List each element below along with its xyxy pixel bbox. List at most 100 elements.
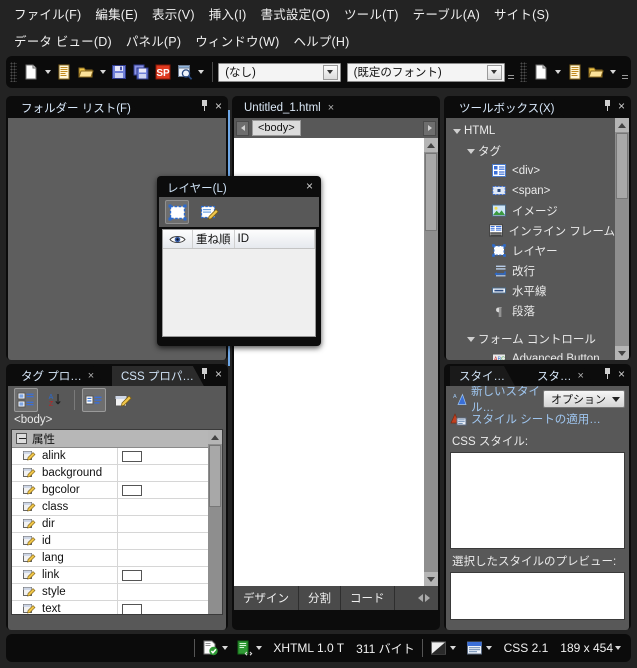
toolbar-gripper-2[interactable]	[520, 62, 528, 82]
close-icon[interactable]: ×	[618, 368, 625, 380]
open-folder-icon[interactable]	[75, 61, 97, 83]
scroll-thumb[interactable]	[209, 445, 221, 507]
menu-panel[interactable]: パネル(P)	[120, 29, 189, 52]
toolbox-item-2[interactable]: <div>	[450, 161, 615, 181]
attribute-row[interactable]: lang	[12, 550, 208, 567]
view-tab-scroll-arrows[interactable]	[418, 586, 430, 610]
attribute-value-cell[interactable]	[118, 448, 208, 464]
color-swatch[interactable]	[122, 569, 142, 581]
new-document-icon-2[interactable]	[564, 61, 586, 83]
attribute-row[interactable]: link	[12, 567, 208, 584]
attribute-row[interactable]: text	[12, 601, 208, 614]
toolbox-item-1[interactable]: タグ	[450, 141, 615, 161]
layers-column-order[interactable]: 重ね順	[193, 230, 235, 248]
tab-folder-list[interactable]: フォルダー リスト(F)	[12, 98, 141, 118]
toolbox-item-3[interactable]: <span>	[450, 181, 615, 201]
close-icon[interactable]: ×	[618, 100, 625, 112]
attribute-value-cell[interactable]	[118, 601, 208, 614]
menu-window[interactable]: ウィンドウ(W)	[189, 29, 287, 52]
eye-icon[interactable]	[163, 230, 193, 248]
menu-edit[interactable]: 編集(E)	[89, 2, 146, 25]
attributes-grid-scrollbar[interactable]	[208, 430, 222, 614]
attribute-row[interactable]: id	[12, 533, 208, 550]
group-by-category-icon[interactable]	[14, 388, 38, 412]
attribute-row[interactable]: background	[12, 465, 208, 482]
font-combo-arrow[interactable]	[486, 64, 502, 80]
menu-insert[interactable]: 挿入(I)	[203, 2, 255, 25]
color-swatch[interactable]	[122, 484, 142, 496]
pin-icon[interactable]	[200, 100, 209, 111]
toolbar-overflow-2[interactable]	[621, 61, 629, 83]
style-preview-box[interactable]	[450, 572, 625, 620]
menu-view[interactable]: 表示(V)	[146, 2, 203, 25]
chevron-down-icon[interactable]	[450, 128, 464, 134]
scroll-up-icon[interactable]	[208, 430, 222, 444]
menu-file[interactable]: ファイル(F)	[8, 2, 89, 25]
new-page-icon-2[interactable]	[530, 61, 552, 83]
tab-tag-properties[interactable]: タグ プロ… ×	[12, 366, 105, 386]
toolbox-item-4[interactable]: イメージ	[450, 201, 615, 221]
attribute-value-cell[interactable]	[118, 567, 208, 583]
view-tab-1[interactable]: 分割	[299, 586, 341, 610]
contrast-icon[interactable]	[430, 640, 448, 656]
toolbox-item-5[interactable]: インライン フレーム	[450, 221, 615, 241]
tab-close-icon[interactable]: ×	[578, 370, 584, 382]
layers-grid-body[interactable]	[163, 249, 315, 336]
new-document-icon[interactable]	[53, 61, 75, 83]
scroll-thumb[interactable]	[425, 153, 437, 231]
pin-icon[interactable]	[200, 368, 209, 379]
contrast-dropdown[interactable]	[448, 640, 458, 656]
attribute-value-cell[interactable]	[118, 550, 208, 566]
chevron-down-icon[interactable]	[464, 148, 478, 154]
page-style-dropdown[interactable]	[484, 640, 494, 656]
tab-close-icon[interactable]: ×	[88, 370, 94, 382]
attribute-value-cell[interactable]	[118, 533, 208, 549]
color-swatch[interactable]	[122, 603, 142, 614]
save-icon[interactable]	[109, 61, 131, 83]
attribute-row[interactable]: style	[12, 584, 208, 601]
html-check-dropdown[interactable]	[220, 640, 230, 656]
close-icon[interactable]: ×	[215, 368, 222, 380]
css-styles-list[interactable]	[450, 452, 625, 549]
chevron-down-icon[interactable]	[464, 336, 478, 342]
new-page-dropdown[interactable]	[42, 61, 54, 83]
attribute-row[interactable]: class	[12, 499, 208, 516]
sort-alpha-icon[interactable]: AZ	[43, 388, 67, 412]
preview-browser-icon[interactable]	[174, 61, 196, 83]
color-swatch[interactable]	[122, 450, 142, 462]
open-folder-icon-2[interactable]	[586, 61, 608, 83]
view-tab-0[interactable]: デザイン	[234, 586, 299, 610]
quick-tag-next-button[interactable]	[423, 120, 436, 136]
toolbar-gripper[interactable]	[10, 62, 17, 82]
css-check-dropdown[interactable]	[254, 640, 264, 656]
pin-icon[interactable]	[603, 100, 612, 111]
page-dimensions-dropdown[interactable]	[613, 640, 623, 656]
style-combo[interactable]: (なし)	[218, 62, 341, 82]
toolbox-item-9[interactable]: ¶ 段落	[450, 301, 615, 321]
pin-icon[interactable]	[603, 368, 612, 379]
attribute-value-cell[interactable]	[118, 482, 208, 498]
menu-tools[interactable]: ツール(T)	[338, 2, 407, 25]
toolbox-scrollbar[interactable]	[615, 118, 629, 360]
toolbox-item-6[interactable]: レイヤー	[450, 241, 615, 261]
new-page-dropdown-2[interactable]	[552, 61, 564, 83]
scroll-up-icon[interactable]	[424, 138, 438, 152]
collapse-icon[interactable]	[16, 433, 27, 444]
new-page-icon[interactable]	[20, 61, 42, 83]
edit-layer-icon[interactable]	[197, 200, 221, 224]
attribute-value-cell[interactable]	[118, 499, 208, 515]
menu-table[interactable]: テーブル(A)	[407, 2, 488, 25]
attribute-row[interactable]: dir	[12, 516, 208, 533]
scroll-down-icon[interactable]	[424, 572, 438, 586]
toolbox-item-11[interactable]: フォーム コントロール	[450, 329, 615, 349]
tab-styles-1[interactable]: スタイ…	[450, 366, 515, 386]
menu-format[interactable]: 書式設定(O)	[255, 2, 338, 25]
quick-tag-prev-button[interactable]	[236, 120, 249, 136]
attribute-row[interactable]: bgcolor	[12, 482, 208, 499]
preview-dropdown[interactable]	[195, 61, 207, 83]
document-tab-untitled[interactable]: Untitled_1.html ×	[236, 98, 343, 118]
layers-column-id[interactable]: ID	[235, 230, 315, 248]
sharepoint-icon[interactable]: SP	[152, 61, 174, 83]
menu-dataview[interactable]: データ ビュー(D)	[8, 29, 120, 52]
toolbox-item-7[interactable]: 改行	[450, 261, 615, 281]
